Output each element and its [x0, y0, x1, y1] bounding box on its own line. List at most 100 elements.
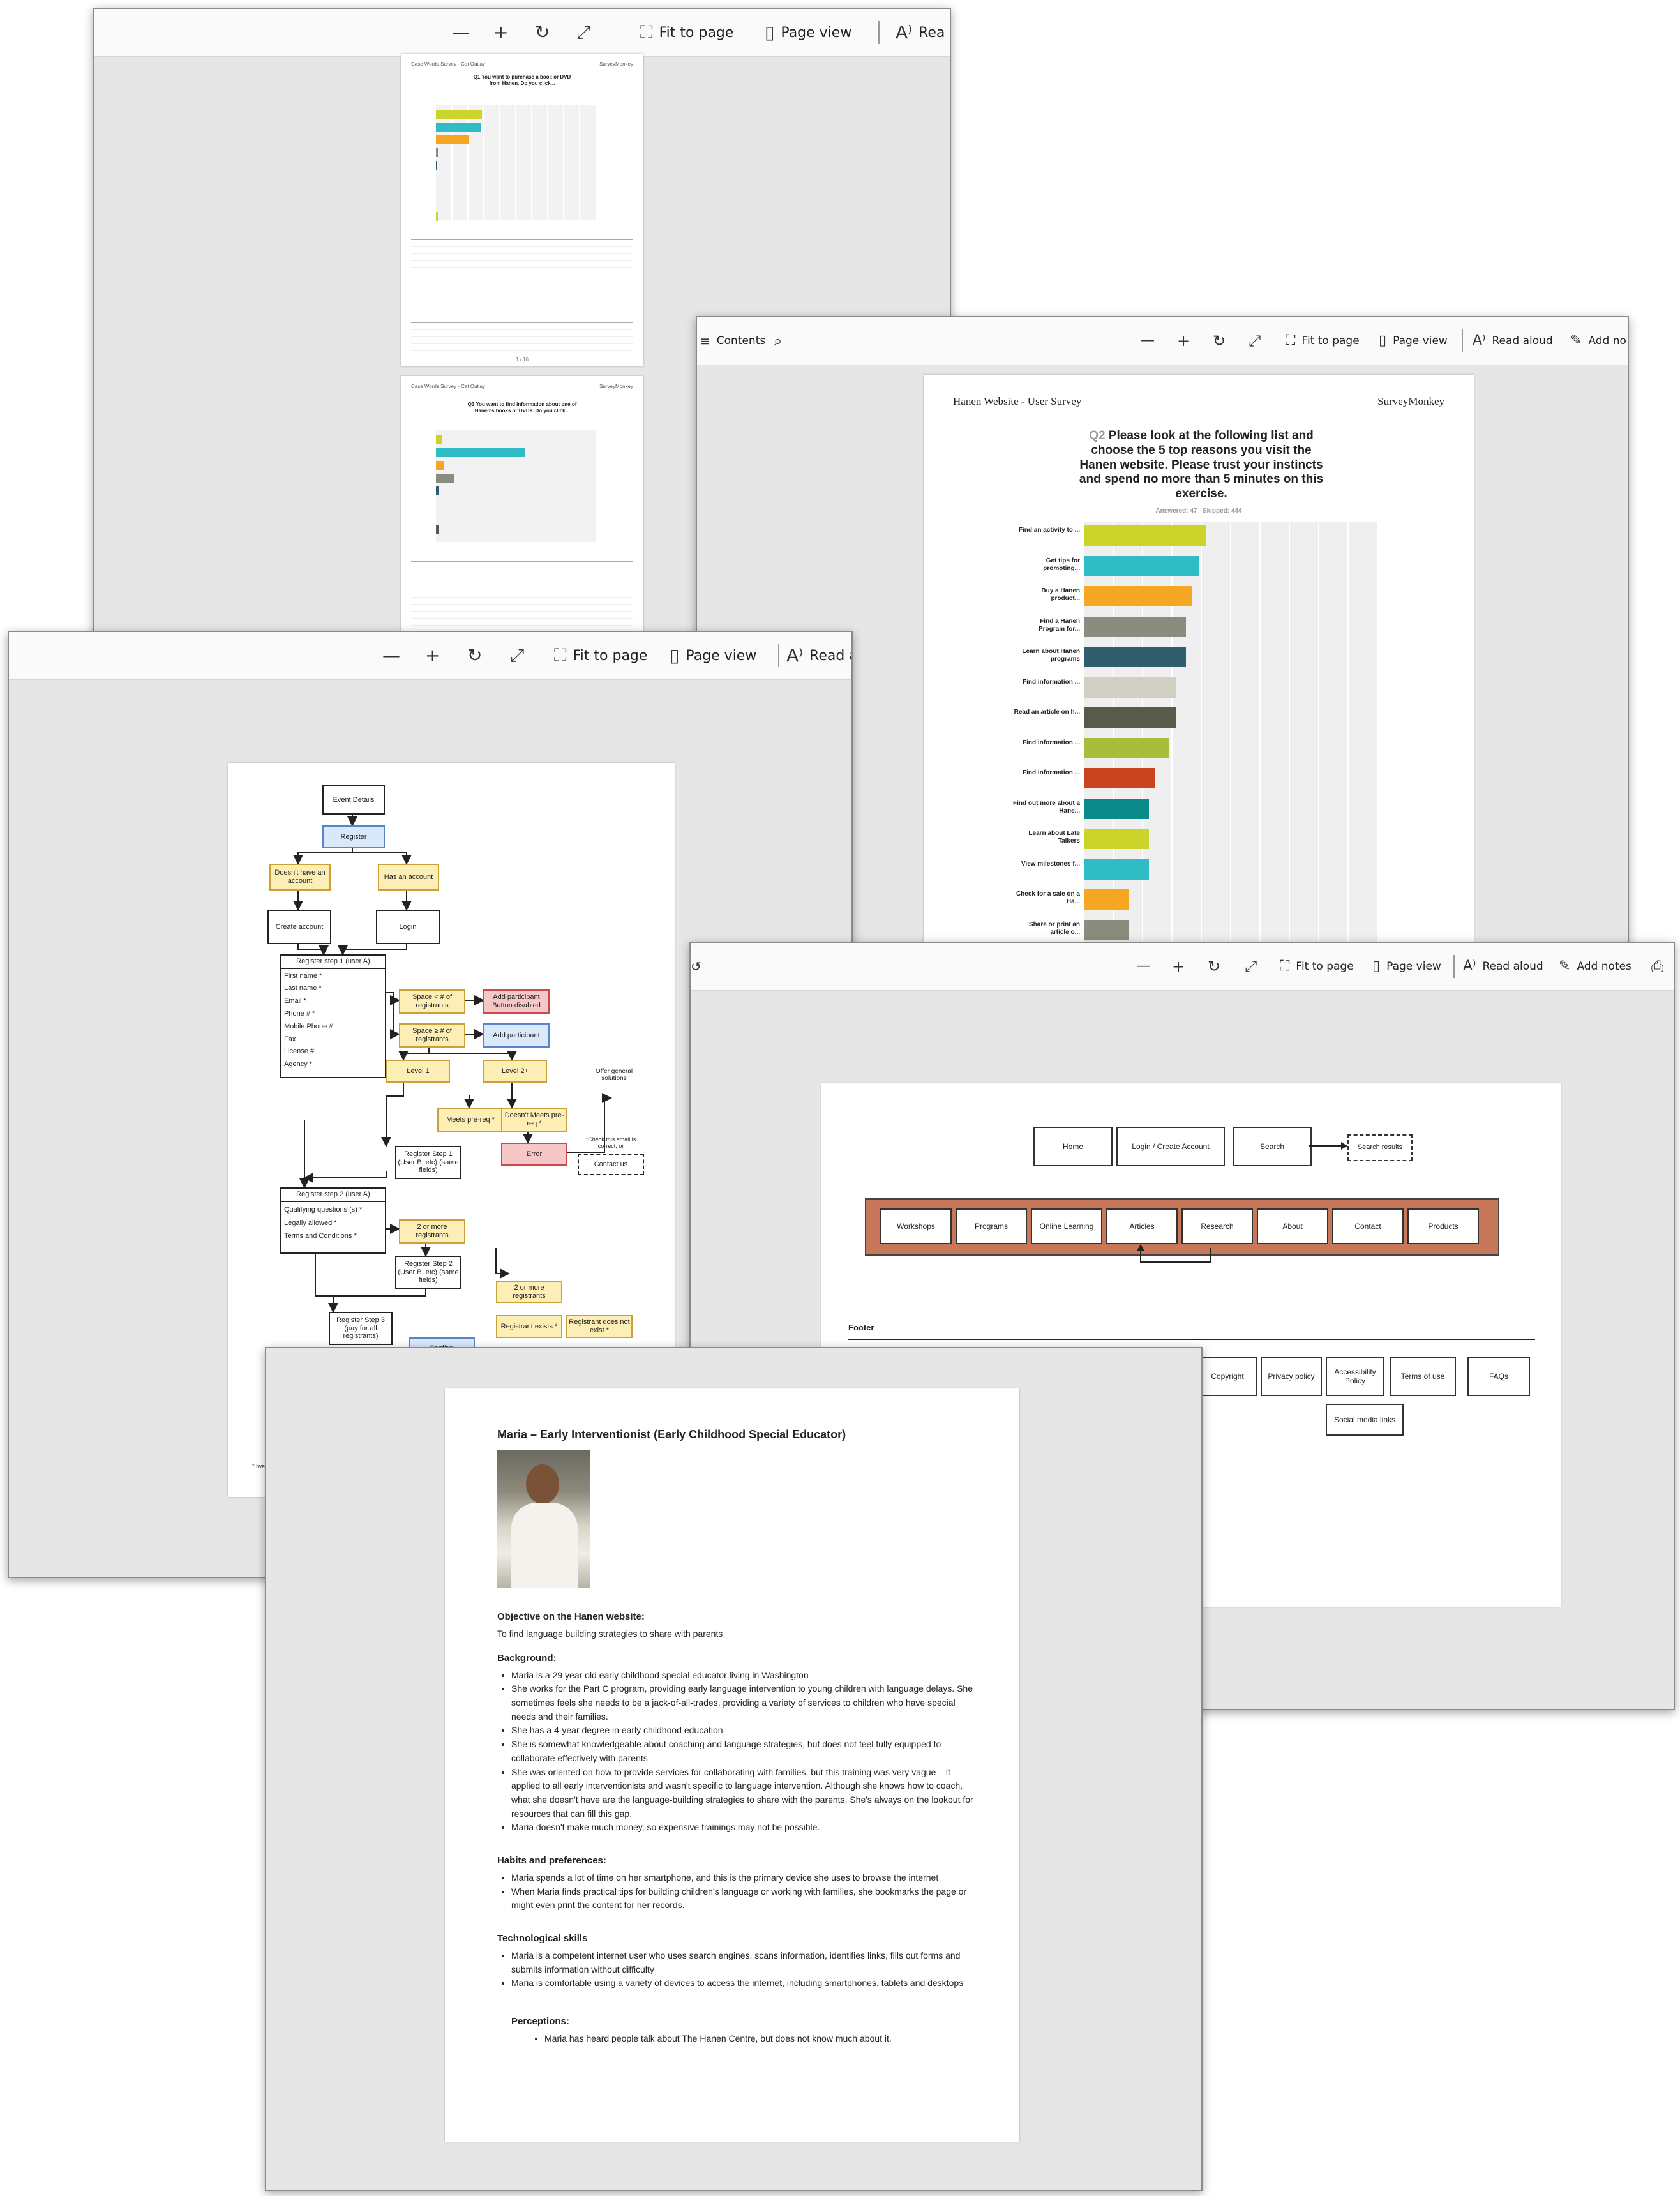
zoom-in-icon[interactable]: + [425, 647, 440, 665]
rotate-icon[interactable]: ↻ [535, 24, 550, 41]
read-aloud-button[interactable]: A⁾ Read a [786, 632, 851, 679]
contents-button[interactable]: ≡ Contents [697, 317, 765, 365]
registrant-exists-box: Registrant exists * [496, 1315, 562, 1338]
footer-terms: Terms of use [1390, 1357, 1456, 1396]
toolbar-divider [778, 644, 779, 667]
zoom-out-icon[interactable]: — [452, 24, 470, 41]
contact-us-box: Contact us [578, 1154, 644, 1175]
answered-count: Answered: 47 [1155, 508, 1197, 515]
photo-body [511, 1503, 578, 1588]
chart-bar [1084, 737, 1169, 758]
fit-to-page-button[interactable]: ⛶ Fit to page [640, 9, 733, 56]
flow-field: Email * [284, 997, 306, 1005]
rotate-left-icon[interactable]: ↺ [691, 958, 701, 975]
fit-to-page-button[interactable]: ⛶ Fit to page [1280, 943, 1354, 990]
chart-category-label: View milestones f... [1021, 860, 1080, 868]
chart-bar [1084, 829, 1149, 849]
rotate-icon[interactable]: ↻ [1213, 332, 1226, 350]
footer-accessibility: Accessibility Policy [1326, 1357, 1384, 1396]
persona-page: Maria – Early Interventionist (Early Chi… [445, 1388, 1019, 2142]
zoom-out-icon[interactable]: — [1136, 958, 1150, 975]
chart-bar [1084, 525, 1206, 546]
add-notes-button[interactable]: ✎ Add no [1570, 317, 1626, 365]
read-aloud-button[interactable]: A⁾ Rea [896, 9, 945, 56]
fit-to-page-icon: ⛶ [1280, 958, 1290, 974]
fit-to-page-button[interactable]: ⛶ Fit to page [1286, 317, 1360, 365]
skipped-count: Skipped: 444 [1202, 508, 1242, 515]
read-aloud-button[interactable]: A⁾ Read aloud [1473, 317, 1553, 365]
menu-icon: ≡ [700, 333, 710, 349]
chart-category-label: Learn about Hanen programs [1022, 648, 1080, 663]
read-aloud-icon: A⁾ [1463, 958, 1476, 974]
footer-copyright: Copyright [1198, 1357, 1257, 1396]
chart-bar [1084, 707, 1176, 728]
sitemap-search: Search [1233, 1127, 1312, 1166]
photo-head [526, 1464, 559, 1504]
perceptions-heading: Perceptions: [511, 2016, 569, 2027]
zoom-in-icon[interactable]: + [1172, 958, 1185, 975]
register-step3-box: Register Step 3 (pay for all registrants… [329, 1312, 393, 1345]
fit-to-page-label: Fit to page [573, 647, 648, 664]
fullscreen-icon[interactable]: ⤢ [510, 647, 524, 665]
space-lt-box: Space < # of registrants [399, 989, 465, 1014]
viewer-toolbar: ↺ — + ↻ ⤢ ⛶ Fit to page ▯ Page view A⁾ R… [691, 943, 1674, 991]
chart-category-label: Read an article on h... [1014, 709, 1080, 716]
zoom-out-icon[interactable]: — [382, 647, 400, 665]
list-item: Maria is a 29 year old early childhood s… [511, 1669, 981, 1683]
toolbar-divider [1462, 329, 1463, 352]
rotate-icon[interactable]: ↻ [1208, 958, 1220, 975]
page-view-button[interactable]: ▯ Page view [1379, 317, 1448, 365]
offer-solutions-text: Offer general solutions [595, 1068, 633, 1082]
add-notes-button[interactable]: ✎ Add notes [1559, 943, 1631, 990]
fullscreen-icon[interactable]: ⤢ [1245, 958, 1257, 975]
fit-to-page-label: Fit to page [659, 24, 734, 41]
no-account-box: Doesn't have an account [269, 864, 331, 891]
step2-field-list: Qualifying questions (s) * Legally allowe… [281, 1202, 385, 1245]
zoom-out-icon[interactable]: — [1141, 332, 1155, 350]
chart-bar [1084, 616, 1186, 637]
page-view-label: Page view [1386, 960, 1441, 973]
two-more-registrants-box-2: 2 or more registrants [496, 1281, 562, 1303]
page-view-icon: ▯ [1372, 958, 1381, 974]
read-aloud-label: Read aloud [1482, 960, 1543, 973]
page-view-button[interactable]: ▯ Page view [1372, 943, 1441, 990]
step1-user-b-box: Register Step 1 (User B, etc) (same fiel… [395, 1146, 461, 1179]
flow-field: Legally allowed * [284, 1219, 337, 1227]
page-view-button[interactable]: ▯ Page view [670, 632, 756, 679]
not-meets-prereq-box: Doesn't Meets pre-req * [501, 1108, 567, 1132]
level2-box: Level 2+ [483, 1060, 547, 1083]
check-email-text: *Check this email is correct, or [585, 1136, 636, 1149]
step2-user-b-box: Register Step 2 (User B, etc) (same fiel… [395, 1256, 461, 1289]
contents-label: Contents [716, 335, 766, 347]
footer-social: Social media links [1326, 1404, 1404, 1436]
toolbar-divider [1453, 955, 1455, 978]
footer-faqs: FAQs [1467, 1357, 1530, 1396]
fit-to-page-button[interactable]: ⛶ Fit to page [554, 632, 647, 679]
fit-to-page-icon: ⛶ [554, 645, 567, 666]
chart-category-label: Buy a Hanen product... [1041, 587, 1080, 602]
zoom-in-icon[interactable]: + [1177, 332, 1190, 350]
flow-field: Phone # * [284, 1010, 315, 1018]
registrant-not-exist-box: Registrant does not exist * [566, 1315, 633, 1338]
page-header-right: SurveyMonkey [599, 61, 633, 67]
sitemap-nav-item: Articles [1106, 1208, 1178, 1244]
print-icon[interactable]: ⎙ [1651, 958, 1663, 975]
chart-category-label: Find information ... [1023, 739, 1080, 746]
tech-heading: Technological skills [497, 1933, 588, 1944]
chart-bar [1084, 889, 1129, 910]
chart-category-label: Find a Hanen Program for... [1038, 617, 1080, 633]
flow-field: Agency * [284, 1060, 313, 1069]
search-icon[interactable]: ⌕ [774, 332, 782, 350]
rotate-icon[interactable]: ↻ [467, 647, 482, 665]
sitemap-nav-item: Programs [956, 1208, 1027, 1244]
articles-research-link [1137, 1244, 1211, 1263]
chart-category-label: Learn about Late Talkers [1028, 830, 1080, 845]
read-aloud-icon: A⁾ [1473, 333, 1486, 349]
mini-response-table [411, 239, 633, 317]
zoom-in-icon[interactable]: + [493, 24, 508, 41]
fullscreen-icon[interactable]: ⤢ [1249, 332, 1261, 350]
fit-to-page-icon: ⛶ [1286, 333, 1296, 349]
read-aloud-button[interactable]: A⁾ Read aloud [1463, 943, 1543, 990]
page-view-button[interactable]: ▯ Page view [765, 9, 851, 56]
fullscreen-icon[interactable]: ⤢ [576, 24, 590, 41]
